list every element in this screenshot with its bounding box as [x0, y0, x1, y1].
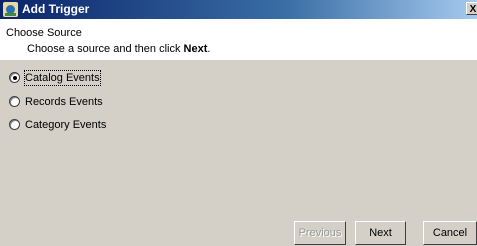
option-label[interactable]: Category Events [25, 118, 106, 132]
next-button[interactable]: Next [355, 221, 406, 245]
previous-button[interactable]: Previous [294, 221, 346, 245]
option-label[interactable]: Catalog Events [24, 70, 101, 86]
step-instruction: Choose a source and then click Next. [27, 43, 210, 55]
trigger-app-icon [3, 2, 18, 17]
cancel-button[interactable]: Cancel [423, 221, 477, 245]
radio-records-events[interactable] [9, 96, 20, 107]
step-title: Choose Source [6, 27, 82, 39]
radio-category-events[interactable] [9, 119, 20, 130]
header-divider [0, 59, 477, 60]
close-button[interactable]: X [466, 2, 477, 15]
instruction-suffix: . [207, 43, 211, 55]
title-bar[interactable]: Add Trigger X [0, 0, 477, 19]
instruction-prefix: Choose a source and then click [27, 43, 184, 55]
radio-catalog-events[interactable] [9, 72, 20, 83]
option-label[interactable]: Records Events [25, 95, 103, 109]
instruction-emphasis: Next [183, 43, 208, 55]
wizard-header: Choose Source Choose a source and then c… [0, 19, 477, 60]
window-title: Add Trigger [22, 2, 90, 16]
